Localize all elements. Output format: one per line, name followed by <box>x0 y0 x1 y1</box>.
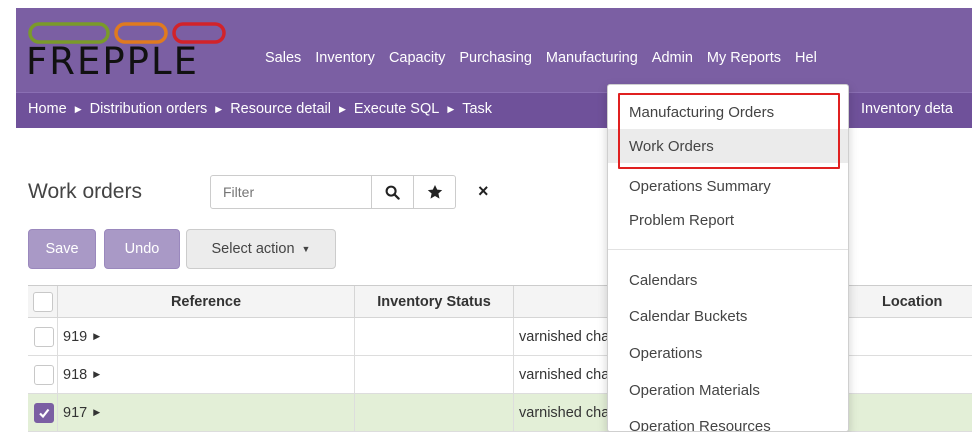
reference-cell[interactable]: 917 ▶ <box>58 394 355 431</box>
caret-right-icon: ▶ <box>447 103 455 114</box>
menu-divider <box>608 249 848 250</box>
menu-item-calendar-buckets[interactable]: Calendar Buckets <box>608 299 848 333</box>
select-all-cell <box>28 286 58 317</box>
manufacturing-dropdown-menu: Manufacturing Orders Work Orders Operati… <box>607 84 849 432</box>
filter-input[interactable] <box>210 175 372 209</box>
row-checkbox[interactable] <box>34 364 54 385</box>
menu-item-calendars[interactable]: Calendars <box>608 263 848 297</box>
nav-admin[interactable]: Admin <box>645 48 700 68</box>
top-navbar: FREPPLE Sales Inventory Capacity Purchas… <box>16 8 972 92</box>
row-select-cell <box>28 318 58 355</box>
breadcrumb-home[interactable]: Home <box>28 101 67 117</box>
favorite-button[interactable] <box>414 175 456 209</box>
save-button[interactable]: Save <box>28 229 96 269</box>
caret-down-icon: ▼ <box>301 244 311 254</box>
nav-sales[interactable]: Sales <box>258 48 308 68</box>
reference-value: 917 <box>63 404 88 421</box>
nav-my-reports[interactable]: My Reports <box>700 48 788 68</box>
inventory-status-cell <box>355 394 514 431</box>
breadcrumb-inventory-detail[interactable]: Inventory deta <box>861 101 953 117</box>
nav-purchasing[interactable]: Purchasing <box>452 48 539 68</box>
row-checkbox[interactable] <box>34 402 54 423</box>
row-checkbox[interactable] <box>34 326 54 347</box>
column-reference[interactable]: Reference <box>58 286 355 317</box>
inventory-status-cell <box>355 356 514 393</box>
clear-filter-icon[interactable]: × <box>478 181 489 201</box>
search-button[interactable] <box>372 175 414 209</box>
logo-wordmark: FREPPLE <box>26 40 199 83</box>
caret-right-icon: ▶ <box>215 103 223 114</box>
menu-item-operation-resources[interactable]: Operation Resources <box>608 409 848 432</box>
reference-value: 918 <box>63 366 88 383</box>
breadcrumb-task[interactable]: Task <box>462 101 492 117</box>
select-all-checkbox[interactable] <box>32 291 53 312</box>
breadcrumb-execute-sql[interactable]: Execute SQL <box>354 101 439 117</box>
search-icon <box>385 185 400 200</box>
menu-item-operations[interactable]: Operations <box>608 336 848 370</box>
reference-cell[interactable]: 919 ▶ <box>58 318 355 355</box>
frepple-logo[interactable]: FREPPLE <box>26 20 236 84</box>
nav-manufacturing[interactable]: Manufacturing <box>539 48 645 68</box>
reference-value: 919 <box>63 328 88 345</box>
main-menu: Sales Inventory Capacity Purchasing Manu… <box>258 48 824 68</box>
column-inventory-status[interactable]: Inventory Status <box>355 286 514 317</box>
nav-inventory[interactable]: Inventory <box>308 48 382 68</box>
nav-help[interactable]: Hel <box>788 48 824 68</box>
inventory-status-cell <box>355 318 514 355</box>
check-icon <box>39 408 50 418</box>
nav-capacity[interactable]: Capacity <box>382 48 452 68</box>
menu-item-work-orders[interactable]: Work Orders <box>608 129 848 163</box>
caret-right-icon: ▶ <box>338 103 346 114</box>
page-title: Work orders <box>28 180 142 203</box>
menu-item-operations-summary[interactable]: Operations Summary <box>608 169 848 203</box>
caret-right-icon: ▶ <box>74 103 82 114</box>
row-select-cell <box>28 394 58 431</box>
undo-button[interactable]: Undo <box>104 229 180 269</box>
expand-arrow-icon[interactable]: ▶ <box>93 369 100 380</box>
expand-arrow-icon[interactable]: ▶ <box>93 331 100 342</box>
reference-cell[interactable]: 918 ▶ <box>58 356 355 393</box>
menu-item-manufacturing-orders[interactable]: Manufacturing Orders <box>608 95 848 129</box>
filter-bar <box>210 175 496 209</box>
breadcrumb-distribution-orders[interactable]: Distribution orders <box>90 101 208 117</box>
menu-item-problem-report[interactable]: Problem Report <box>608 203 848 237</box>
row-select-cell <box>28 356 58 393</box>
star-icon <box>427 185 442 199</box>
select-action-dropdown[interactable]: Select action ▼ <box>186 229 336 269</box>
expand-arrow-icon[interactable]: ▶ <box>93 407 100 418</box>
select-action-label: Select action <box>211 241 295 257</box>
menu-item-operation-materials[interactable]: Operation Materials <box>608 373 848 407</box>
breadcrumb-resource-detail[interactable]: Resource detail <box>230 101 331 117</box>
